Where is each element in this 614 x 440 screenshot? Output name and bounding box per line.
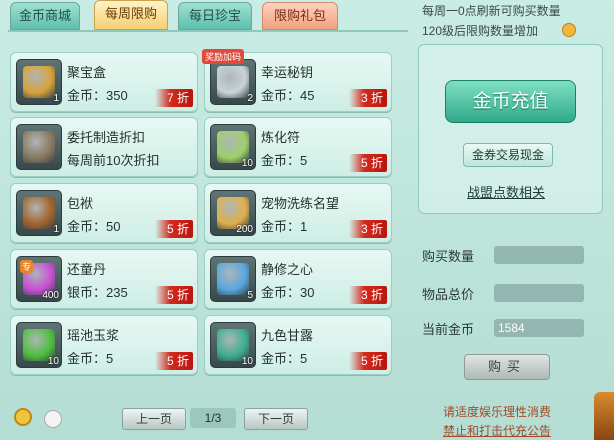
total-label: 物品总价 [422,287,475,302]
item-icon: 10 [16,322,62,368]
item-glyph [23,66,55,98]
item-icon: 2 [210,59,256,105]
item-count: 400 [42,290,59,301]
item-bonus-tag: 奖励加码 [202,49,245,64]
item-icon: 10 [210,322,256,368]
total-field [494,284,584,302]
tab-weekly-limited[interactable]: 每周限购 [94,0,168,30]
tab-divider [8,30,408,32]
item-price: 金币：5 [261,153,308,168]
page-indicator: 1/3 [190,408,236,428]
item-name: 包袱 [67,196,94,211]
item-card[interactable]: 委托制造折扣 每周前10次折扣 [10,117,198,177]
item-card[interactable]: 2 奖励加码幸运秘钥金币：45 3 折 [202,49,392,112]
item-card[interactable]: 10 瑶池玉浆金币：5 5 折 [10,315,198,375]
item-name: 炼化符 [261,130,301,145]
item-name: 宠物洗练名望 [261,196,340,211]
gold-field: 1584 [494,319,584,337]
refresh-info: 每周一0点刷新可购买数量 [422,4,561,18]
item-glyph [23,131,55,163]
item-name: 瑶池玉浆 [67,328,120,343]
item-icon: 10 [210,124,256,170]
item-glyph [217,66,249,98]
item-card[interactable]: 200 宠物洗练名望 金币：1 3 折 [204,183,392,243]
item-glyph [217,263,249,295]
item-card[interactable]: 1 聚宝盒金币：350 7 折 [10,52,198,112]
item-icon [16,124,62,170]
discount-badge: 5 折 [155,352,193,370]
level-info: 120级后限购数量增加 [422,24,539,38]
discount-badge: 7 折 [155,89,193,107]
item-card[interactable]: 10 九色甘露金币：5 5 折 [204,315,392,375]
item-name: 静修之心 [261,262,314,277]
discount-badge: 5 折 [155,220,193,238]
item-price: 金币：45 [261,88,315,103]
prev-page-button[interactable]: 上一页 [122,408,186,430]
item-name: 幸运秘钥 [261,65,314,80]
item-icon: 专 400 [16,256,62,302]
next-page-button[interactable]: 下一页 [244,408,308,430]
item-count: 1 [53,93,59,104]
item-count: 5 [247,290,253,301]
item-count: 1 [53,224,59,235]
notice-line1: 请适度娱乐理性消费 [443,405,552,419]
item-price: 金币：5 [67,351,114,366]
qty-label: 购买数量 [422,249,475,264]
item-icon: 200 [210,190,256,236]
item-name: 还童丹 [67,262,107,277]
item-card[interactable]: 1 包袱金币：50 5 折 [10,183,198,243]
discount-badge: 5 折 [349,154,387,172]
item-price: 每周前10次折扣 [67,153,160,168]
voucher-trade-button[interactable]: 金券交易现金 [463,143,553,167]
discount-badge: 5 折 [155,286,193,304]
item-price: 金币：5 [261,351,308,366]
item-count: 200 [236,224,253,235]
discount-badge: 3 折 [349,286,387,304]
tab-gold-shop[interactable]: 金币商城 [10,2,80,30]
item-icon: 1 [16,59,62,105]
tab-limited-pack[interactable]: 限购礼包 [262,2,338,30]
alliance-points-link[interactable]: 战盟点数相关 [467,182,545,201]
notice-line2[interactable]: 禁止和打击代充公告 [443,422,551,439]
item-icon: 1 [16,190,62,236]
gold-recharge-button[interactable]: 金币充值 [445,80,576,123]
item-icon: 5 [210,256,256,302]
item-name: 聚宝盒 [67,65,107,80]
item-count: 10 [47,356,59,367]
item-name: 九色甘露 [261,328,314,343]
tab-daily-treasure[interactable]: 每日珍宝 [178,2,252,30]
item-card[interactable]: 5 静修之心金币：30 3 折 [204,249,392,309]
item-name: 委托制造折扣 [67,130,146,145]
discount-badge: 3 折 [349,220,387,238]
item-price: 金币：350 [67,88,128,103]
magnifier-icon[interactable] [14,408,32,426]
item-card[interactable]: 专 400 还童丹银币：235 5 折 [10,249,198,309]
item-price: 金币：50 [67,219,121,234]
qty-field[interactable] [494,246,584,264]
item-card[interactable]: 10 炼化符金币：5 5 折 [204,117,392,177]
item-tag: 专 [20,260,34,273]
decor-ornament-icon [594,392,614,440]
item-price: 金币：1 [261,219,308,234]
info-icon[interactable] [562,23,576,37]
item-count: 10 [241,356,253,367]
discount-badge: 5 折 [349,352,387,370]
item-price: 金币：30 [261,285,315,300]
gold-label: 当前金币 [422,322,475,337]
buy-button[interactable]: 购买 [464,354,550,380]
discount-badge: 3 折 [349,89,387,107]
item-price: 银币：235 [67,285,128,300]
item-count: 10 [241,158,253,169]
item-count: 2 [247,93,253,104]
item-glyph [23,197,55,229]
pearl-icon[interactable] [44,410,62,428]
